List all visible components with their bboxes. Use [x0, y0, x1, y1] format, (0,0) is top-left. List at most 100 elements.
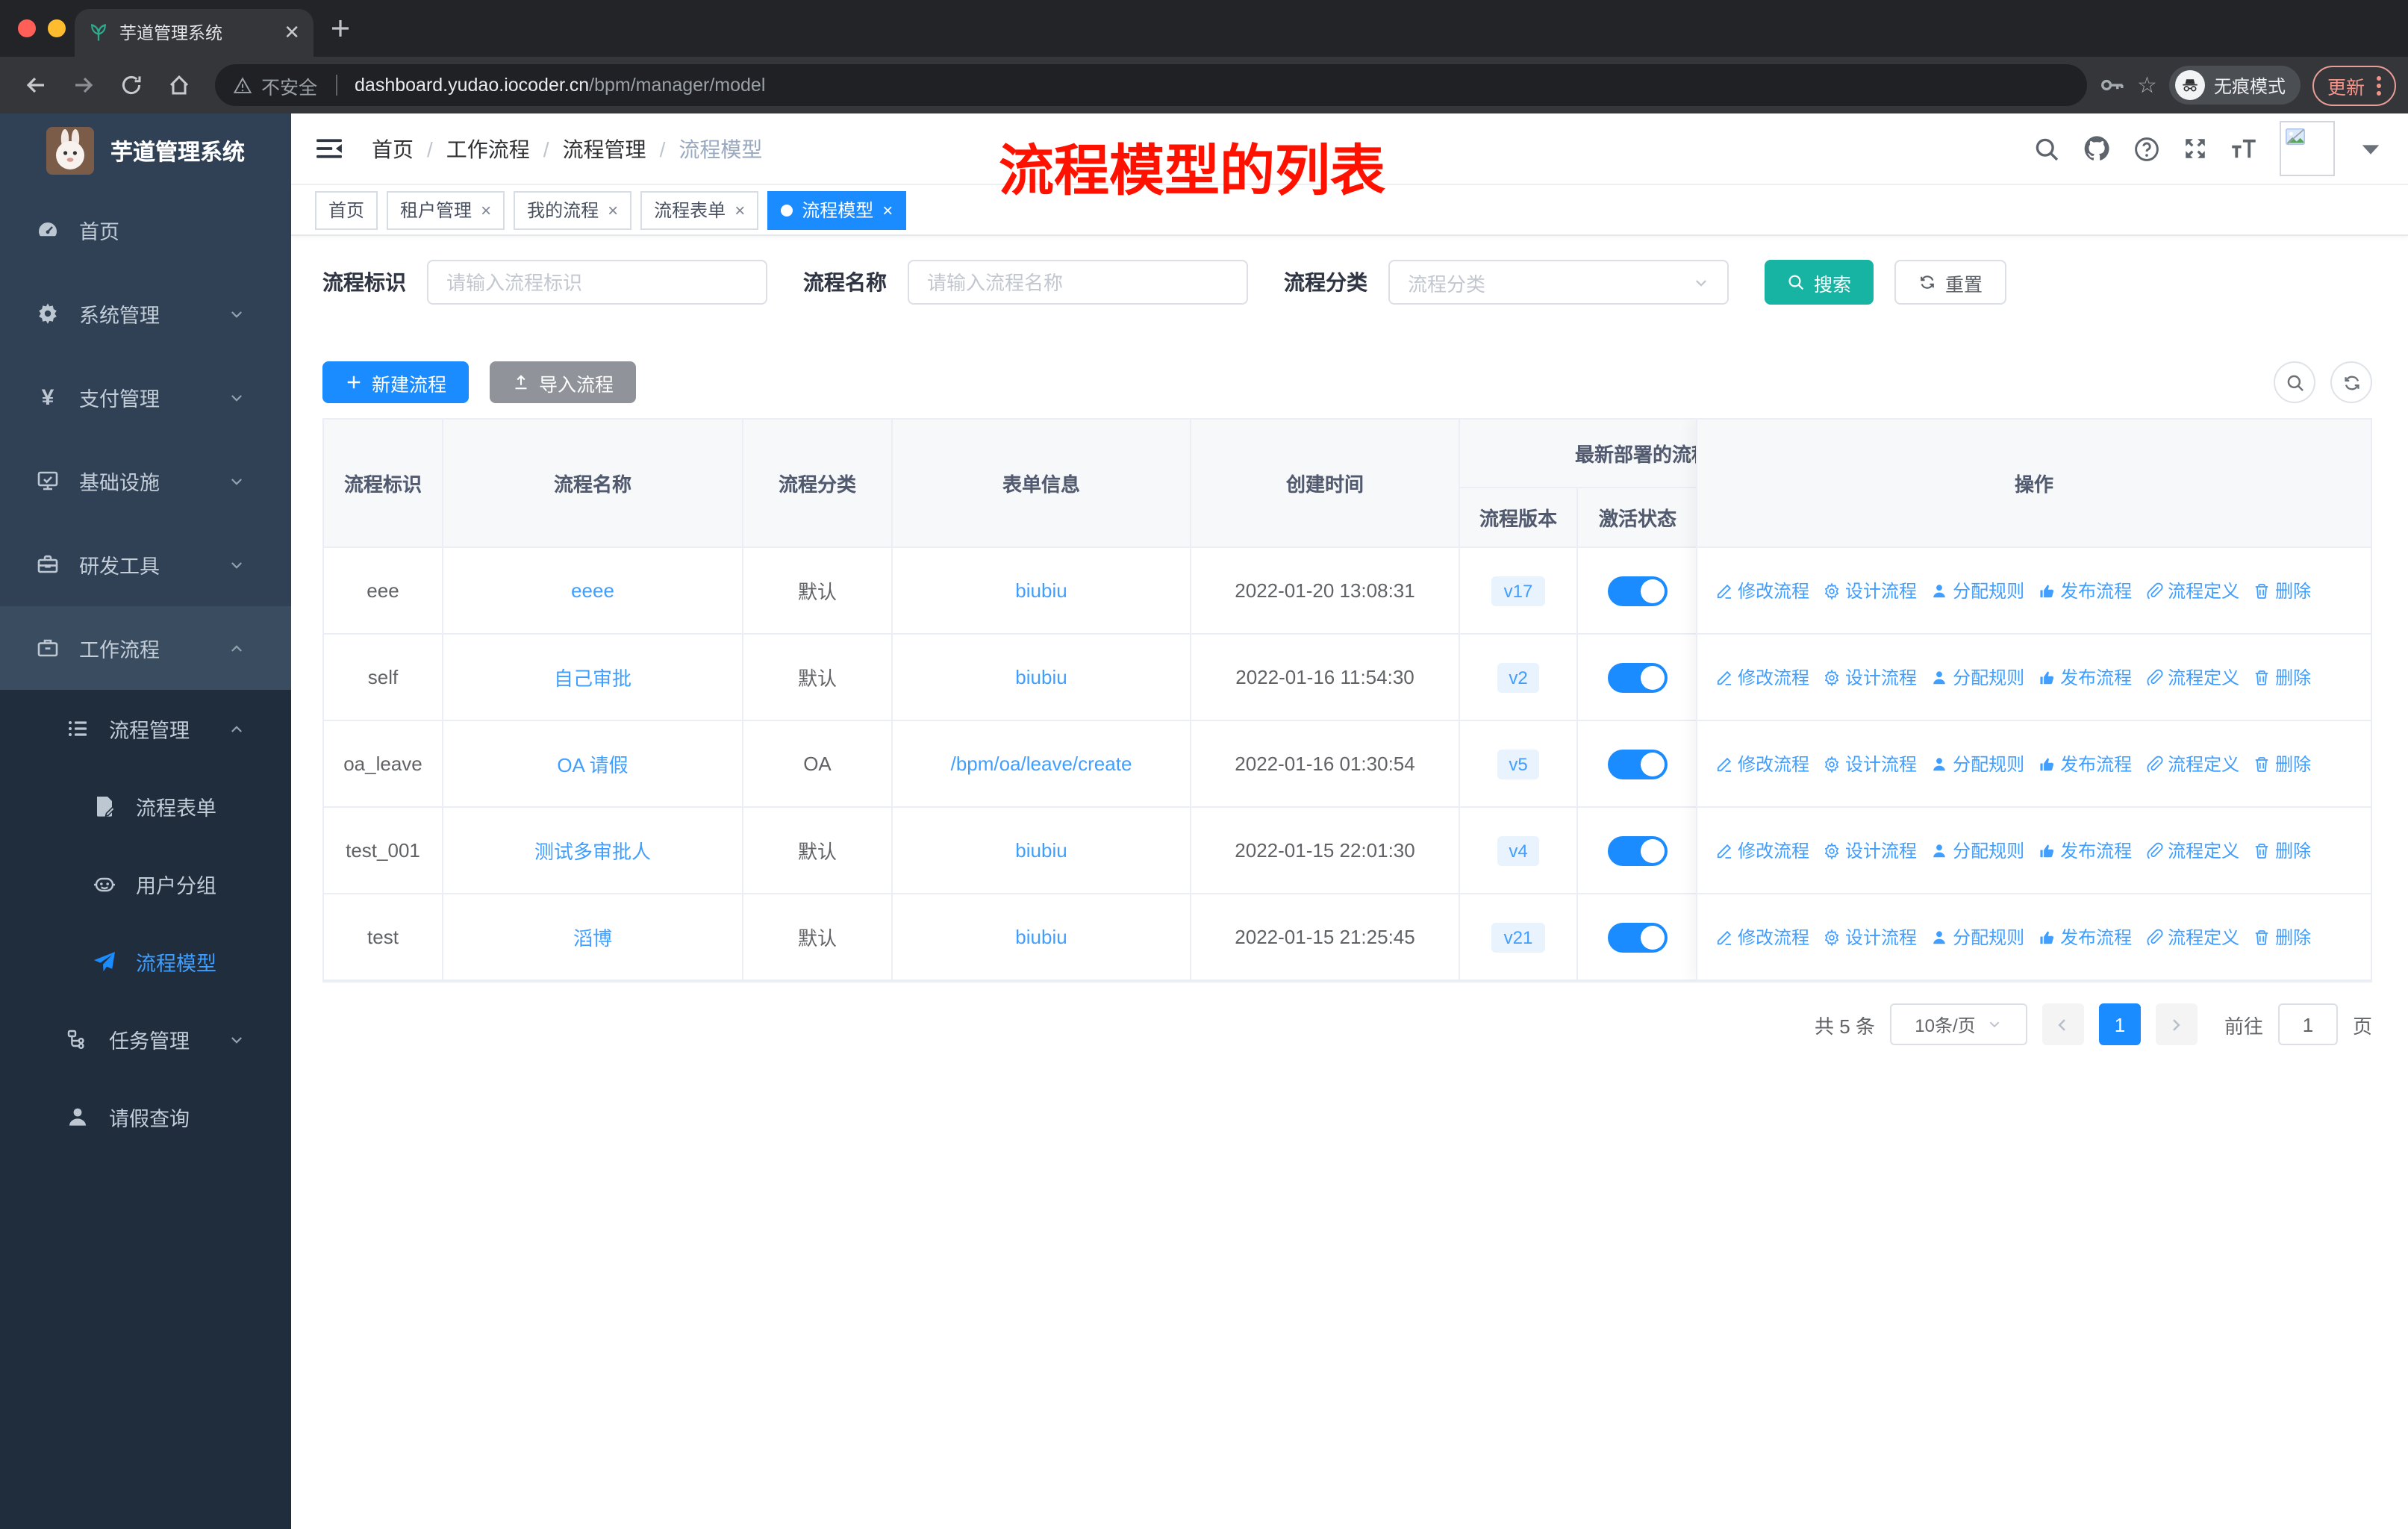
- breadcrumb-item-1[interactable]: 工作流程: [446, 134, 530, 164]
- security-label[interactable]: 不安全: [261, 71, 317, 99]
- github-icon[interactable]: [2083, 134, 2111, 163]
- browser-menu-icon[interactable]: [2377, 75, 2381, 95]
- create-process-button[interactable]: 新建流程: [322, 361, 470, 403]
- action-design-gear[interactable]: 设计流程: [1823, 751, 1917, 776]
- tab-close-icon[interactable]: ✕: [284, 21, 300, 45]
- action-design-gear[interactable]: 设计流程: [1823, 924, 1917, 950]
- action-definition-paperclip[interactable]: 流程定义: [2145, 924, 2239, 950]
- status-toggle[interactable]: [1608, 749, 1668, 779]
- minimize-window-button[interactable]: [48, 19, 66, 37]
- action-design-gear[interactable]: 设计流程: [1823, 664, 1917, 690]
- action-delete-trash[interactable]: 删除: [2253, 578, 2311, 603]
- action-publish-thumb[interactable]: 发布流程: [2038, 924, 2132, 950]
- action-edit[interactable]: 修改流程: [1715, 924, 1809, 950]
- forward-button[interactable]: [64, 66, 103, 105]
- tag-close-icon[interactable]: ×: [734, 199, 745, 220]
- action-definition-paperclip[interactable]: 流程定义: [2145, 578, 2239, 603]
- tag-close-icon[interactable]: ×: [608, 199, 618, 220]
- action-edit[interactable]: 修改流程: [1715, 664, 1809, 690]
- sidebar-item-2[interactable]: ¥ 支付管理: [0, 355, 291, 439]
- action-edit[interactable]: 修改流程: [1715, 751, 1809, 776]
- breadcrumb-item-0[interactable]: 首页: [372, 134, 414, 164]
- search-button[interactable]: 搜索: [1765, 260, 1874, 305]
- form-info-link[interactable]: /bpm/oa/leave/create: [951, 753, 1132, 775]
- sidebar-item-1[interactable]: 系统管理: [0, 272, 291, 355]
- key-icon[interactable]: [2098, 72, 2125, 99]
- process-category-select[interactable]: 流程分类: [1388, 260, 1729, 305]
- action-design-gear[interactable]: 设计流程: [1823, 838, 1917, 863]
- tag-2[interactable]: 我的流程 ×: [514, 190, 632, 229]
- import-process-button[interactable]: 导入流程: [490, 361, 637, 403]
- status-toggle[interactable]: [1608, 922, 1668, 952]
- sidebar-item-4[interactable]: 研发工具: [0, 523, 291, 606]
- avatar-caret-down-icon[interactable]: [2357, 135, 2384, 162]
- process-key-input[interactable]: [427, 260, 767, 305]
- page-size-select[interactable]: 10条/页: [1889, 1003, 2027, 1045]
- sidebar-item-10[interactable]: 任务管理: [0, 1000, 291, 1078]
- process-name-link[interactable]: 测试多审批人: [534, 841, 651, 863]
- action-assign-user[interactable]: 分配规则: [1930, 664, 2024, 690]
- browser-tab[interactable]: 芋道管理系统 ✕: [75, 9, 314, 57]
- next-page-button[interactable]: [2155, 1003, 2198, 1045]
- form-info-link[interactable]: biubiu: [1015, 579, 1067, 602]
- sidebar-item-7[interactable]: 流程表单: [0, 767, 291, 845]
- action-publish-thumb[interactable]: 发布流程: [2038, 751, 2132, 776]
- sidebar-item-3[interactable]: 基础设施: [0, 439, 291, 523]
- address-bar[interactable]: 不安全 dashboard.yudao.iocoder.cn/bpm/manag…: [215, 64, 2087, 106]
- collapse-sidebar-icon[interactable]: [315, 136, 343, 161]
- tag-close-icon[interactable]: ×: [481, 199, 491, 220]
- process-name-link[interactable]: eeee: [571, 579, 614, 602]
- font-size-icon[interactable]: [2230, 135, 2257, 162]
- bookmark-star-icon[interactable]: ☆: [2137, 74, 2157, 96]
- action-delete-trash[interactable]: 删除: [2253, 664, 2311, 690]
- action-assign-user[interactable]: 分配规则: [1930, 924, 2024, 950]
- show-search-button[interactable]: [2274, 361, 2315, 403]
- update-button[interactable]: 更新: [2312, 65, 2396, 105]
- prev-page-button[interactable]: [2042, 1003, 2084, 1045]
- tag-3[interactable]: 流程表单 ×: [640, 190, 759, 229]
- action-definition-paperclip[interactable]: 流程定义: [2145, 664, 2239, 690]
- tag-1[interactable]: 租户管理 ×: [387, 190, 505, 229]
- goto-page-input[interactable]: [2277, 1003, 2338, 1045]
- reset-button[interactable]: 重置: [1894, 260, 2007, 305]
- action-delete-trash[interactable]: 删除: [2253, 751, 2311, 776]
- action-assign-user[interactable]: 分配规则: [1930, 838, 2024, 863]
- fullscreen-icon[interactable]: [2183, 136, 2208, 161]
- action-publish-thumb[interactable]: 发布流程: [2038, 578, 2132, 603]
- status-toggle[interactable]: [1608, 662, 1668, 692]
- action-delete-trash[interactable]: 删除: [2253, 838, 2311, 863]
- help-icon[interactable]: [2133, 135, 2160, 162]
- back-button[interactable]: [16, 66, 55, 105]
- tag-close-icon[interactable]: ×: [882, 199, 893, 220]
- action-assign-user[interactable]: 分配规则: [1930, 578, 2024, 603]
- home-button[interactable]: [160, 66, 199, 105]
- sidebar-item-9[interactable]: 流程模型: [0, 923, 291, 1000]
- action-assign-user[interactable]: 分配规则: [1930, 751, 2024, 776]
- breadcrumb-item-2[interactable]: 流程管理: [563, 134, 646, 164]
- action-publish-thumb[interactable]: 发布流程: [2038, 664, 2132, 690]
- process-name-link[interactable]: 自己审批: [554, 667, 631, 690]
- sidebar-item-0[interactable]: 首页: [0, 188, 291, 272]
- status-toggle[interactable]: [1608, 835, 1668, 865]
- action-design-gear[interactable]: 设计流程: [1823, 578, 1917, 603]
- process-name-link[interactable]: 滔博: [573, 927, 612, 950]
- process-name-link[interactable]: OA 请假: [557, 754, 628, 776]
- action-delete-trash[interactable]: 删除: [2253, 924, 2311, 950]
- sidebar-item-5[interactable]: 工作流程: [0, 606, 291, 690]
- sidebar-item-6[interactable]: 流程管理: [0, 690, 291, 767]
- action-edit[interactable]: 修改流程: [1715, 838, 1809, 863]
- status-toggle[interactable]: [1608, 576, 1668, 605]
- reload-button[interactable]: [112, 66, 151, 105]
- tag-0[interactable]: 首页: [315, 190, 378, 229]
- form-info-link[interactable]: biubiu: [1015, 926, 1067, 948]
- sidebar-item-8[interactable]: 用户分组: [0, 845, 291, 923]
- sidebar-item-11[interactable]: 请假查询: [0, 1078, 291, 1156]
- current-page-button[interactable]: 1: [2098, 1003, 2141, 1045]
- process-name-input[interactable]: [908, 260, 1248, 305]
- action-definition-paperclip[interactable]: 流程定义: [2145, 751, 2239, 776]
- tag-4[interactable]: 流程模型 ×: [767, 190, 907, 229]
- avatar[interactable]: [2280, 121, 2335, 176]
- close-window-button[interactable]: [18, 19, 36, 37]
- form-info-link[interactable]: biubiu: [1015, 666, 1067, 688]
- new-tab-button[interactable]: [328, 16, 352, 40]
